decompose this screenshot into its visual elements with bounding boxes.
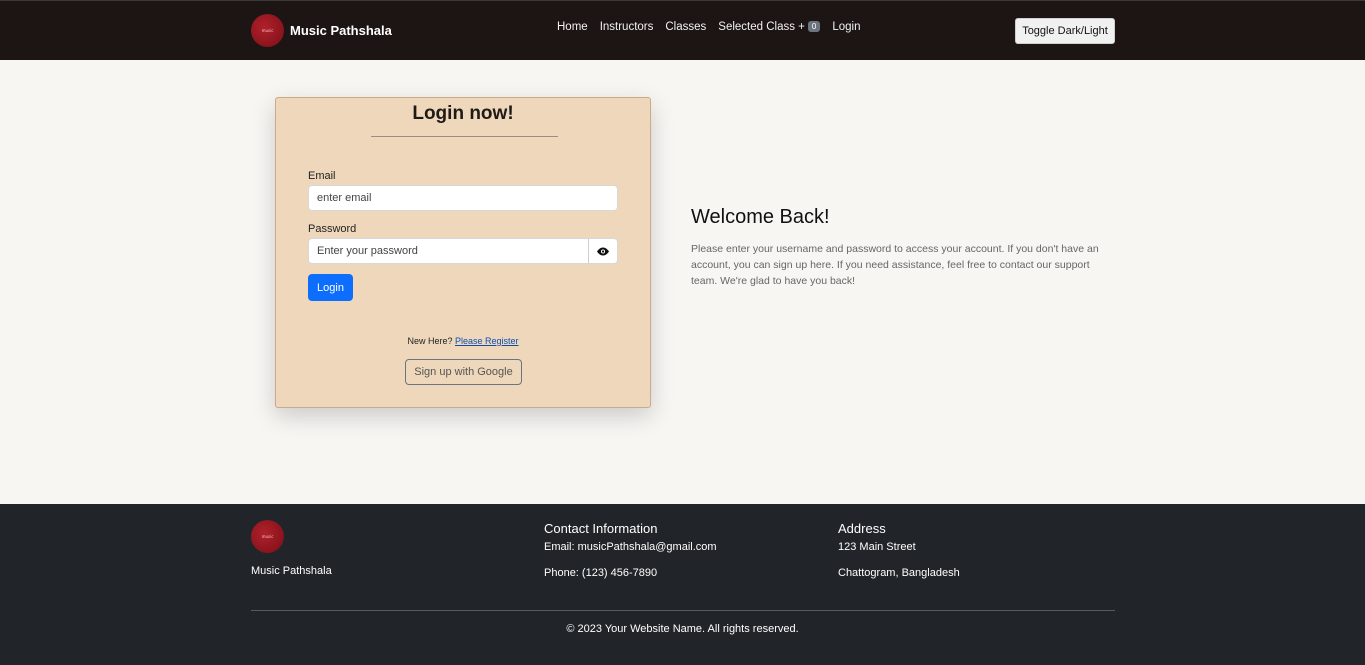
footer-divider [251, 610, 1115, 611]
nav-home[interactable]: Home [557, 21, 588, 33]
register-link[interactable]: Please Register [455, 336, 519, 346]
theme-toggle-button[interactable]: Toggle Dark/Light [1015, 18, 1115, 44]
copyright: © 2023 Your Website Name. All rights res… [566, 623, 799, 635]
nav-login[interactable]: Login [832, 21, 860, 33]
nav-selected-class-label: Selected Class + [718, 21, 805, 33]
login-button[interactable]: Login [308, 274, 353, 301]
toggle-password-button[interactable] [588, 238, 618, 264]
nav-selected-class[interactable]: Selected Class +0 [718, 21, 821, 33]
nav-links: Home Instructors Classes Selected Class … [557, 21, 873, 33]
email-field[interactable] [308, 185, 618, 211]
new-here-text: New Here? [407, 336, 453, 346]
password-field[interactable] [308, 238, 589, 264]
brand[interactable]: music Music Pathshala [251, 14, 392, 47]
nav-classes[interactable]: Classes [665, 21, 706, 33]
contact-email: Email: musicPathshala@gmail.com [544, 541, 717, 553]
contact-heading: Contact Information [544, 521, 658, 536]
footer-logo-text: music [261, 534, 274, 539]
footer-logo: music [251, 520, 284, 553]
welcome-title: Welcome Back! [691, 206, 830, 228]
footer-brand: Music Pathshala [251, 565, 332, 577]
login-card: Login now! Email Password Login New Here… [275, 97, 651, 408]
google-signup-button[interactable]: Sign up with Google [405, 359, 522, 385]
brand-name: Music Pathshala [290, 23, 392, 38]
login-title: Login now! [412, 103, 514, 124]
title-divider [371, 136, 558, 137]
footer: music Music Pathshala Contact Informatio… [0, 504, 1365, 665]
contact-info: Contact Information Email: musicPathshal… [544, 521, 717, 593]
password-label: Password [308, 223, 357, 235]
address-heading: Address [838, 521, 886, 536]
brand-logo: music [251, 14, 284, 47]
navbar: music Music Pathshala Home Instructors C… [0, 0, 1365, 60]
address-info: Address 123 Main Street Chattogram, Bang… [838, 521, 960, 593]
logo-text: music [261, 28, 274, 33]
email-label: Email [308, 170, 336, 182]
selected-count-badge: 0 [807, 21, 821, 32]
address-street: 123 Main Street [838, 541, 916, 553]
eye-icon [597, 247, 609, 255]
welcome-text: Please enter your username and password … [691, 243, 1099, 287]
address-city: Chattogram, Bangladesh [838, 567, 960, 579]
contact-phone: Phone: (123) 456-7890 [544, 567, 658, 579]
register-prompt: New Here? Please Register [276, 336, 650, 346]
nav-instructors[interactable]: Instructors [600, 21, 654, 33]
